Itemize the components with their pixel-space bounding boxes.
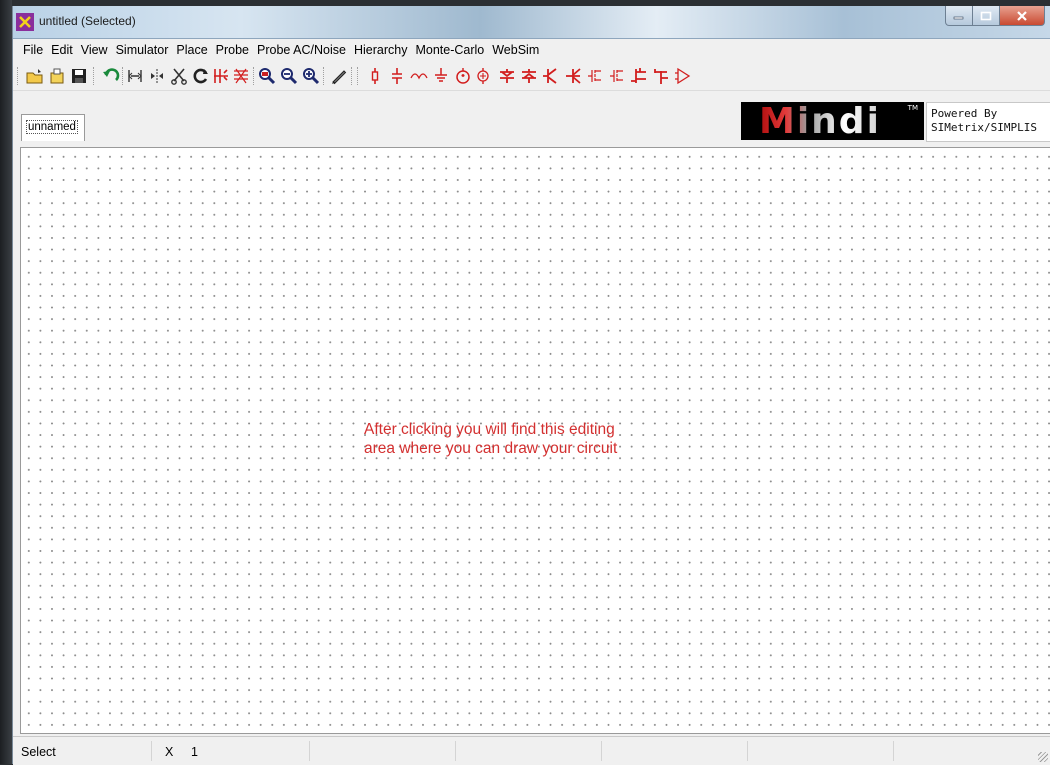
pnp-icon[interactable] — [563, 66, 583, 86]
open-icon[interactable] — [25, 66, 45, 86]
close-icon — [1017, 10, 1027, 21]
logo-text: Mindi — [759, 101, 881, 142]
capacitor-icon[interactable] — [387, 66, 407, 86]
flip-icon[interactable] — [125, 66, 145, 86]
annotation-line-1: After clicking you will find this editin… — [364, 421, 615, 438]
status-mode: Select — [21, 745, 56, 759]
status-bar: Select X 1 — [13, 736, 1050, 765]
diode-icon[interactable] — [497, 66, 517, 86]
nmos-icon[interactable] — [585, 66, 605, 86]
toolbar-separator — [351, 67, 354, 85]
toolbar-separator — [357, 67, 360, 85]
current-source-icon[interactable] — [473, 66, 493, 86]
new-icon[interactable] — [47, 66, 67, 86]
jfet-p-icon[interactable] — [651, 66, 671, 86]
app-logo-icon — [16, 13, 34, 31]
resize-grip[interactable] — [1038, 752, 1048, 762]
toolbar-grip — [17, 67, 20, 85]
powered-by-badge: Powered By SIMetrix/SIMPLIS — [926, 102, 1050, 142]
pmos-icon[interactable] — [607, 66, 627, 86]
zoom-fit-icon[interactable] — [257, 66, 277, 86]
menu-file[interactable]: File — [13, 43, 47, 57]
status-divider — [601, 741, 602, 761]
maximize-icon — [980, 11, 992, 20]
menu-websim[interactable]: WebSim — [488, 43, 543, 57]
minimize-icon — [953, 16, 964, 19]
canvas-annotation: After clicking you will find this editin… — [364, 420, 617, 458]
rotate-icon[interactable] — [191, 66, 211, 86]
toolbar-separator — [93, 67, 96, 85]
tab-label: unnamed — [26, 120, 78, 134]
menu-edit[interactable]: Edit — [47, 43, 77, 57]
toolbar — [13, 62, 1050, 91]
annotation-line-2: area where you can draw your circuit — [364, 440, 618, 457]
resistor-icon[interactable] — [365, 66, 385, 86]
voltage-source-icon[interactable] — [453, 66, 473, 86]
powered-by-product: SIMetrix/SIMPLIS — [931, 121, 1037, 134]
close-button[interactable] — [1000, 6, 1045, 26]
inductor-icon[interactable] — [409, 66, 429, 86]
maximize-button[interactable] — [973, 6, 1000, 26]
zener-icon[interactable] — [519, 66, 539, 86]
title-bar[interactable]: untitled (Selected) — [13, 6, 1050, 39]
logo-trademark: TM — [907, 104, 918, 112]
desktop-background — [0, 0, 12, 764]
cut-icon[interactable] — [169, 66, 189, 86]
tab-unnamed[interactable]: unnamed — [21, 114, 85, 141]
menu-monte-carlo[interactable]: Monte-Carlo — [411, 43, 488, 57]
menu-probe[interactable]: Probe — [212, 43, 253, 57]
minimize-button[interactable] — [945, 6, 973, 26]
window-controls — [945, 6, 1045, 26]
toolbar-separator — [253, 67, 256, 85]
mindi-logo: Mindi TM — [741, 101, 924, 142]
jfet-n-icon[interactable] — [629, 66, 649, 86]
pencil-icon[interactable] — [329, 66, 349, 86]
bus-icon[interactable] — [231, 66, 251, 86]
menu-view[interactable]: View — [77, 43, 112, 57]
zoom-out-icon[interactable] — [279, 66, 299, 86]
menu-place[interactable]: Place — [172, 43, 211, 57]
app-window: untitled (Selected) File Edit View Simul… — [12, 6, 1050, 765]
status-divider — [893, 741, 894, 761]
window-title: untitled (Selected) — [39, 14, 136, 28]
save-icon[interactable] — [69, 66, 89, 86]
zoom-in-icon[interactable] — [301, 66, 321, 86]
ground-icon[interactable] — [431, 66, 451, 86]
status-divider — [309, 741, 310, 761]
status-divider — [747, 741, 748, 761]
opamp-icon[interactable] — [673, 66, 693, 86]
undo-icon[interactable] — [101, 66, 121, 86]
toolbar-separator — [323, 67, 326, 85]
tab-bar: unnamed Mindi TM Powered By SIMetrix/SIM… — [13, 91, 1050, 146]
mirror-icon[interactable] — [147, 66, 167, 86]
menu-simulator[interactable]: Simulator — [112, 43, 173, 57]
menu-hierarchy[interactable]: Hierarchy — [350, 43, 412, 57]
menu-bar: File Edit View Simulator Place Probe Pro… — [13, 39, 1050, 61]
status-coord-label: X — [165, 745, 174, 759]
npn-icon[interactable] — [541, 66, 561, 86]
status-divider — [151, 741, 152, 761]
schematic-canvas[interactable]: After clicking you will find this editin… — [20, 147, 1050, 734]
menu-probe-ac-noise[interactable]: Probe AC/Noise — [253, 43, 350, 57]
powered-by-line: Powered By — [931, 107, 998, 120]
wire-icon[interactable] — [211, 66, 231, 86]
status-divider — [455, 741, 456, 761]
status-coord-value: 1 — [191, 745, 198, 759]
